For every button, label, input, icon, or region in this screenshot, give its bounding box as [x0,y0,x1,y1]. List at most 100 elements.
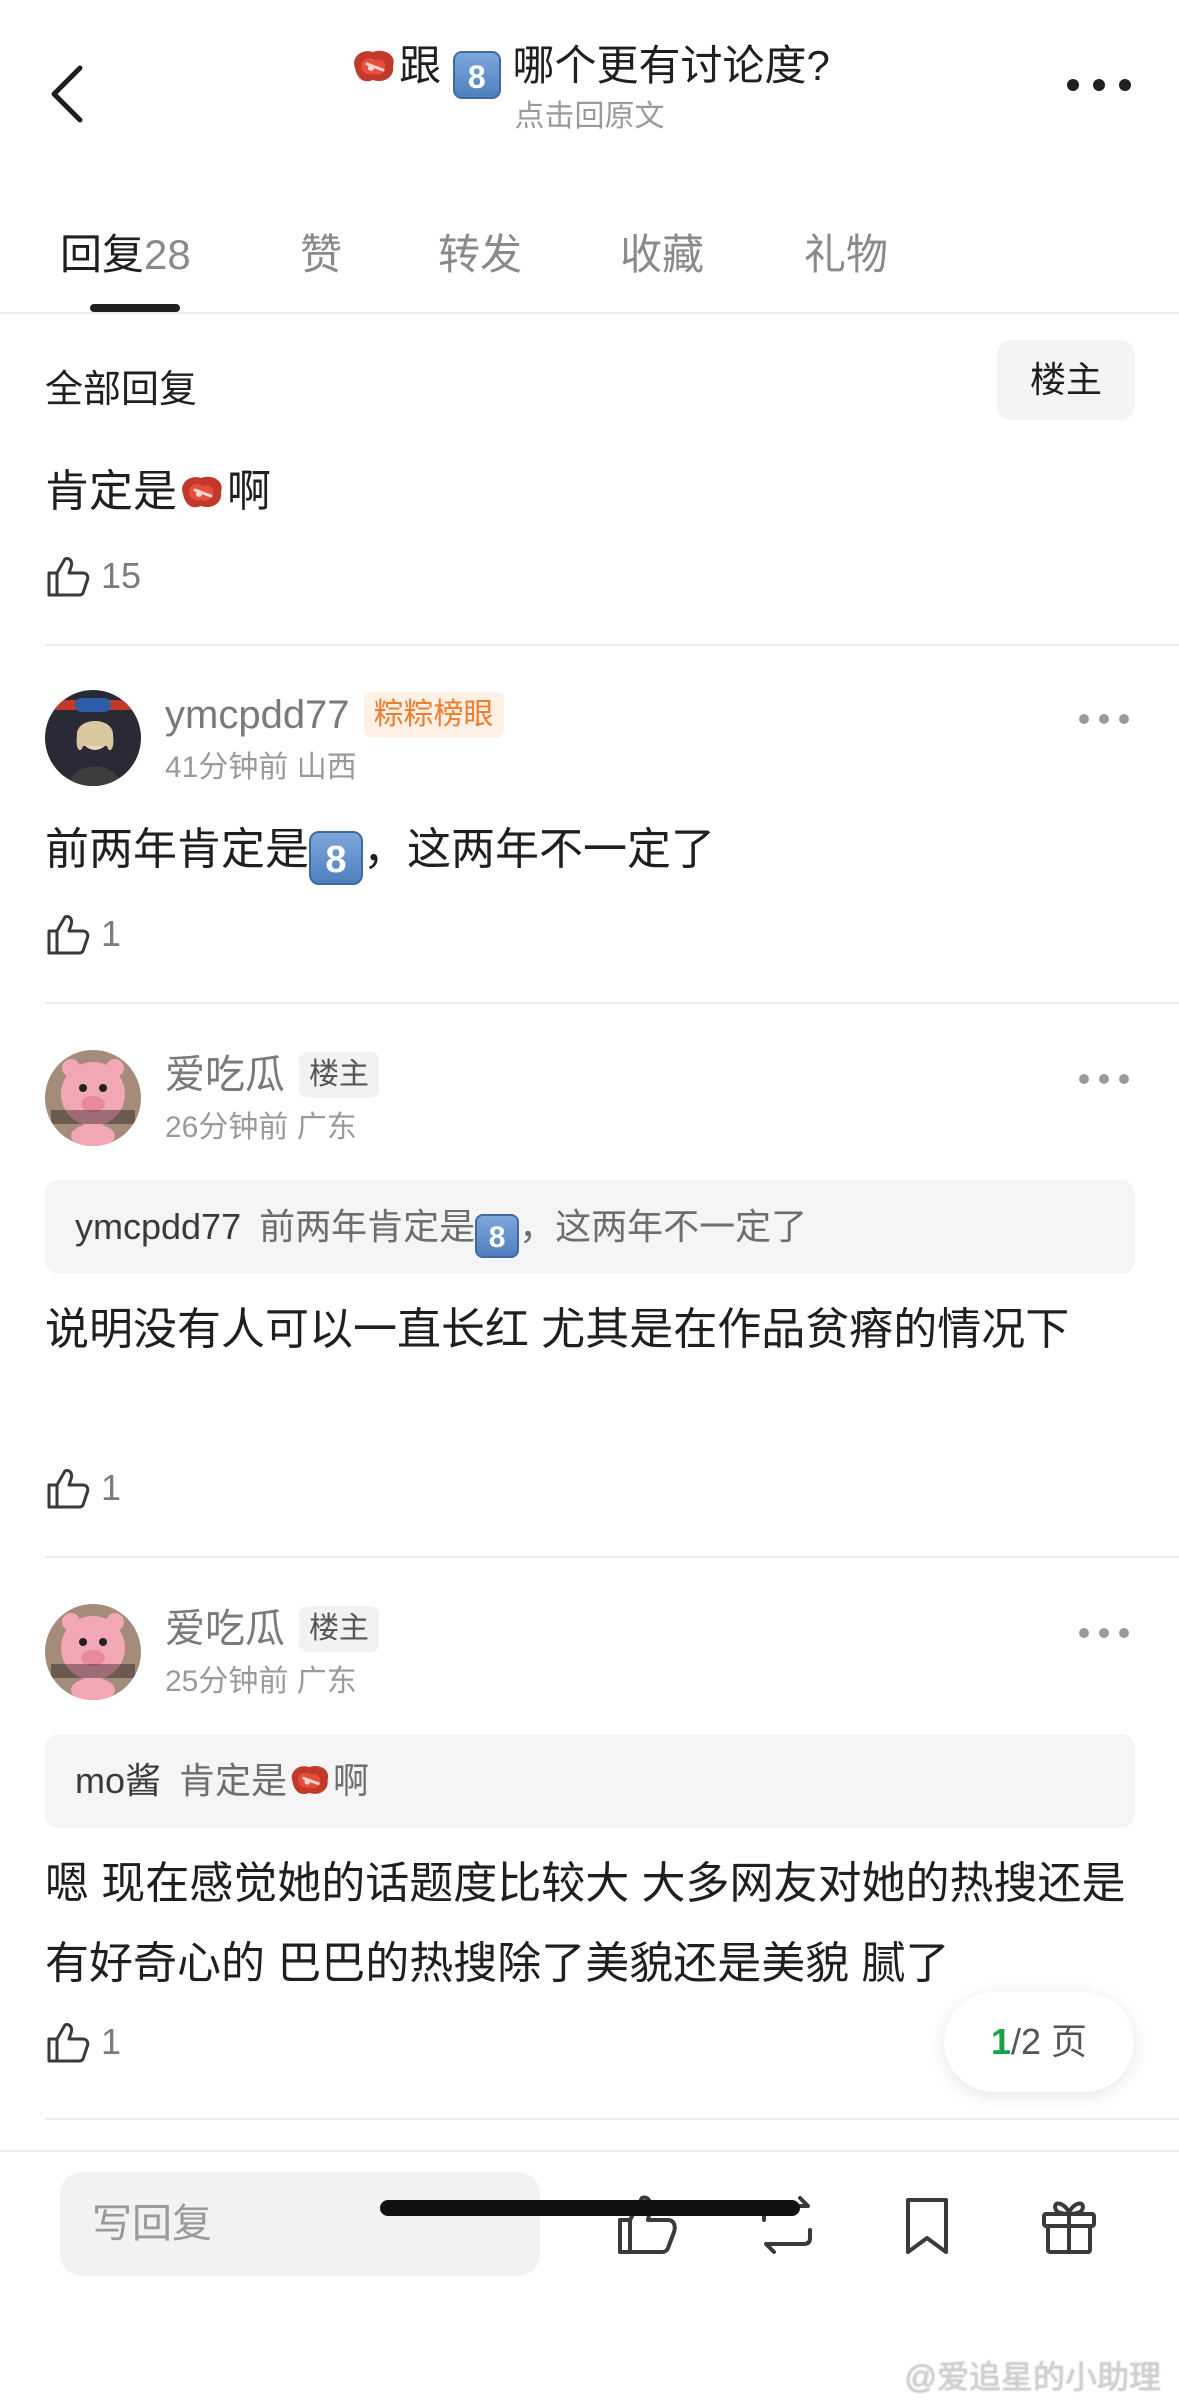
reply-input[interactable] [60,2172,540,2276]
gift-button[interactable] [1034,2190,1104,2260]
bookmark-button[interactable] [892,2190,962,2260]
user-name[interactable]: ymcpdd77 粽粽榜眼 [165,690,504,740]
quoted-text: 肯定是 啊 [179,1760,369,1801]
more-icon [1067,79,1131,91]
active-tab-indicator [90,304,180,312]
steak-emoji-icon [349,46,399,86]
tab-replies[interactable]: 回复28 [60,220,191,290]
comment-time: 25分钟前 [165,1665,289,1698]
more-icon [1074,1618,1134,1648]
gift-icon [1042,2201,1096,2254]
steak-emoji-icon [177,472,227,512]
comment-text: 前两年肯定是 8 ，这两年不一定了 [45,810,1135,890]
tab-bar: 回复28 赞 转发 收藏 礼物 [0,210,1179,314]
comment-meta: 41分钟前 山西 [165,748,357,788]
like-button[interactable]: 1 [45,2012,121,2072]
comment-more-button[interactable] [1074,704,1134,734]
view-original-link[interactable]: 点击回原文 [200,97,979,137]
user-name-text: 爱吃瓜 [165,1607,285,1651]
keycap-eight-emoji: 8 [475,1214,520,1258]
pig-avatar-icon [45,1050,141,1146]
tab-likes[interactable]: 赞 [300,220,342,290]
keycap-eight-emoji: 8 [309,831,363,885]
like-count: 15 [101,555,142,596]
pig-avatar-icon [45,1604,141,1700]
tab-replies-count: 28 [144,231,191,278]
comment-text-part: 前两年肯定是 [45,825,309,874]
thumb-up-icon [45,2019,91,2065]
more-icon [1074,1064,1134,1094]
comment-divider [45,1556,1179,1558]
like-button[interactable]: 1 [45,904,121,964]
quoted-text-part: ，这两年不一定了 [519,1206,808,1247]
op-badge: 楼主 [299,1606,379,1652]
quoted-user: mo酱 [75,1760,162,1801]
user-name-text: ymcpdd77 [165,693,350,737]
title-text-after: 哪个更有讨论度? [512,42,830,89]
comment-divider [45,1002,1179,1004]
comment-meta: 26分钟前 广东 [165,1108,357,1148]
tab-replies-label: 回复 [60,231,145,278]
comment-text: 说明没有人可以一直长红 尤其是在作品贫瘠的情况下 [45,1305,1070,1354]
comment-location: 广东 [296,1111,357,1144]
like-count: 1 [101,2021,122,2062]
back-button[interactable] [40,50,100,130]
quoted-reply[interactable]: ymcpdd77 前两年肯定是 8 ，这两年不一定了 [45,1180,1135,1274]
like-button[interactable]: 15 [45,546,141,606]
more-icon [1074,704,1134,734]
comment-location: 山西 [296,751,357,784]
quoted-user: ymcpdd77 [75,1206,242,1247]
comment-text: 肯定是 啊 [45,452,1135,532]
page-indicator-button[interactable]: 1/2 页 [944,1992,1134,2092]
user-name[interactable]: 爱吃瓜 楼主 [165,1604,379,1654]
watermark: @爱追星的小助理 [904,2359,1162,2395]
thumb-up-icon [45,553,91,599]
tab-gifts[interactable]: 礼物 [804,220,888,290]
current-page: 1 [990,2021,1011,2062]
chevron-left-icon [51,65,83,123]
total-pages: /2 页 [1011,2021,1088,2062]
comment-meta: 25分钟前 广东 [165,1662,357,1702]
op-badge: 楼主 [299,1052,379,1098]
quoted-text-part: 前两年肯定是 [259,1206,476,1247]
post-title-area[interactable]: 跟 8 哪个更有讨论度? 点击回原文 [200,36,979,137]
quoted-reply[interactable]: mo酱 肯定是 啊 [45,1734,1135,1828]
user-name-text: 爱吃瓜 [165,1053,285,1097]
comment-text-part: ，这两年不一定了 [363,825,715,874]
reply-section-header: 全部回复 楼主 [45,340,1135,420]
comment-divider [45,644,1179,646]
tab-reposts[interactable]: 转发 [438,220,522,290]
bookmark-icon [906,2198,948,2254]
avatar[interactable] [45,690,141,786]
fan-rank-badge: 粽粽榜眼 [363,692,504,738]
comment-text: 嗯 现在感觉她的话题度比较大 大多网友对她的热搜还是有好奇心的 巴巴的热搜除了美… [45,1859,1126,1988]
quoted-text: 前两年肯定是 8 ，这两年不一定了 [259,1206,808,1258]
avatar[interactable] [45,1604,141,1700]
more-options-button[interactable] [1059,60,1139,110]
thumb-up-icon [45,911,91,957]
comment-text-part: 啊 [227,467,271,516]
comment-time: 41分钟前 [165,751,289,784]
op-only-filter-button[interactable]: 楼主 [997,340,1135,420]
comment-divider [45,2118,1179,2120]
comment-more-button[interactable] [1074,1064,1134,1094]
user-name[interactable]: 爱吃瓜 楼主 [165,1050,379,1100]
avatar[interactable] [45,1050,141,1146]
steak-emoji-icon [287,1761,333,1799]
post-title: 跟 8 哪个更有讨论度? [200,36,979,99]
comment-text-part: 肯定是 [45,467,177,516]
home-indicator[interactable] [380,2200,800,2216]
like-count: 1 [101,1467,122,1508]
all-replies-title: 全部回复 [45,369,198,411]
top-nav-bar: 跟 8 哪个更有讨论度? 点击回原文 [0,0,1179,190]
comment-location: 广东 [296,1665,357,1698]
quoted-text-part: 肯定是 [179,1760,288,1801]
like-button[interactable]: 1 [45,1458,121,1518]
keycap-eight-emoji: 8 [452,51,501,99]
title-text-before: 跟 [399,42,442,89]
comment-more-button[interactable] [1074,1618,1134,1648]
like-count: 1 [101,913,122,954]
comment-time: 26分钟前 [165,1111,289,1144]
quoted-text-part: 啊 [333,1760,370,1801]
tab-favorites[interactable]: 收藏 [620,220,704,290]
